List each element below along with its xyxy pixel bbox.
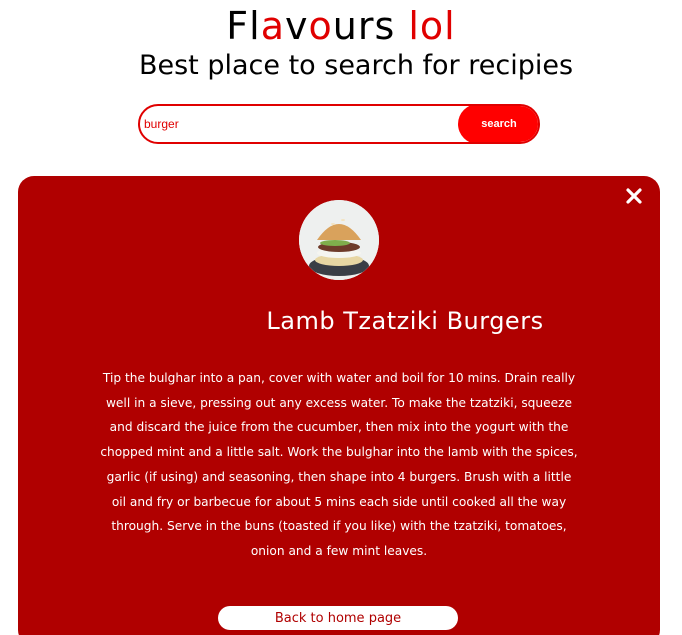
recipe-modal: Lamb Tzatziki Burgers Tip the bulghar in…: [18, 176, 660, 635]
brand-part-red: a: [260, 4, 285, 48]
search-input[interactable]: [140, 106, 458, 142]
brand-part-red: o: [308, 4, 333, 48]
tagline: Best place to search for recipies: [138, 50, 574, 81]
search-bar: search: [138, 104, 540, 144]
brand-part: v: [285, 4, 309, 48]
brand-part-red: lol: [408, 4, 456, 48]
close-icon[interactable]: [624, 186, 644, 206]
recipe-instructions: Tip the bulghar into a pan, cover with w…: [100, 371, 578, 558]
site-logo: Flavours lol: [0, 4, 682, 48]
page: Flavours lol Best place to search for re…: [0, 0, 682, 635]
recipe-title: Lamb Tzatziki Burgers: [266, 307, 544, 335]
back-to-home-button[interactable]: Back to home page: [218, 606, 458, 630]
brand-part: urs: [332, 4, 409, 48]
brand-part: Fl: [226, 4, 261, 48]
search-button[interactable]: search: [458, 106, 538, 142]
recipe-image: [299, 200, 379, 280]
